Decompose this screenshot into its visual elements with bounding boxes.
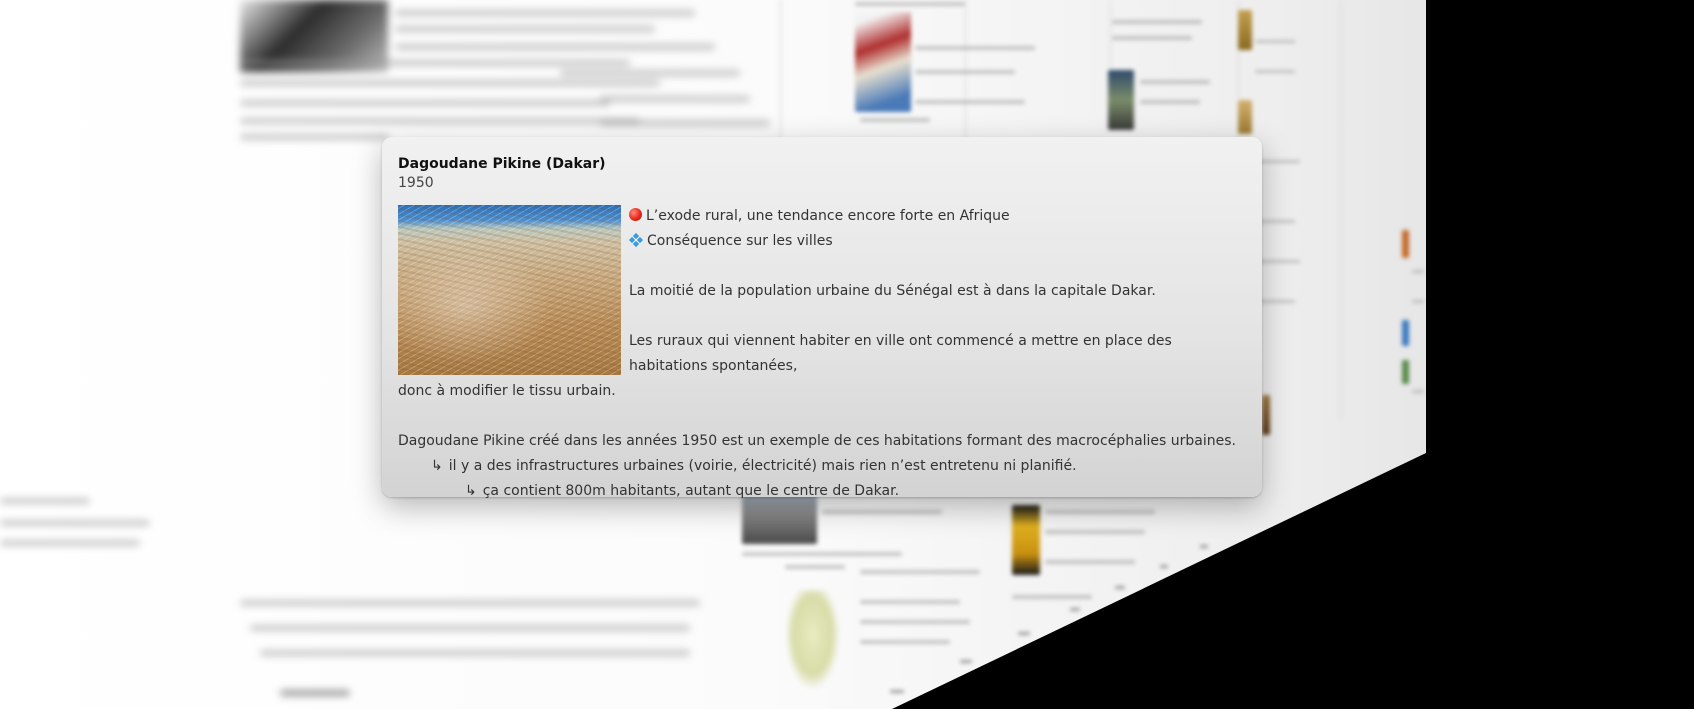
arrow-line-text: ça contient 800m habitants, autant que l… xyxy=(482,483,900,499)
arrow-line-text: il y a des infrastructures urbaines (voi… xyxy=(448,458,1077,474)
arrow-line-infrastructures: ↳ il y a des infrastructures urbaines (vo… xyxy=(398,454,1246,479)
event-date: 1950 xyxy=(398,175,434,191)
red-circle-icon xyxy=(629,208,642,221)
arrow-line-habitants: ↳ ça contient 800m habitants, autant que … xyxy=(398,479,1246,504)
blue-diamond-icon xyxy=(628,232,644,248)
return-arrow-icon: ↳ xyxy=(465,483,477,499)
event-popup-card[interactable]: Dagoudane Pikine (Dakar) 1950 L’exode ru… xyxy=(382,137,1262,499)
return-arrow-icon: ↳ xyxy=(431,458,443,474)
paragraph-ruraux-line2: donc à modifier le tissu urbain. xyxy=(398,383,616,399)
timeline-3d-view: Dagoudane Pikine (Dakar) 1950 L’exode ru… xyxy=(0,0,1694,709)
aerial-city-photo[interactable] xyxy=(398,205,621,375)
tag-label: L’exode rural, une tendance encore forte… xyxy=(646,208,1010,224)
paragraph-pikine: Dagoudane Pikine créé dans les années 19… xyxy=(398,433,1236,449)
tag-label: Conséquence sur les villes xyxy=(647,233,833,249)
event-title: Dagoudane Pikine (Dakar) xyxy=(398,156,606,172)
